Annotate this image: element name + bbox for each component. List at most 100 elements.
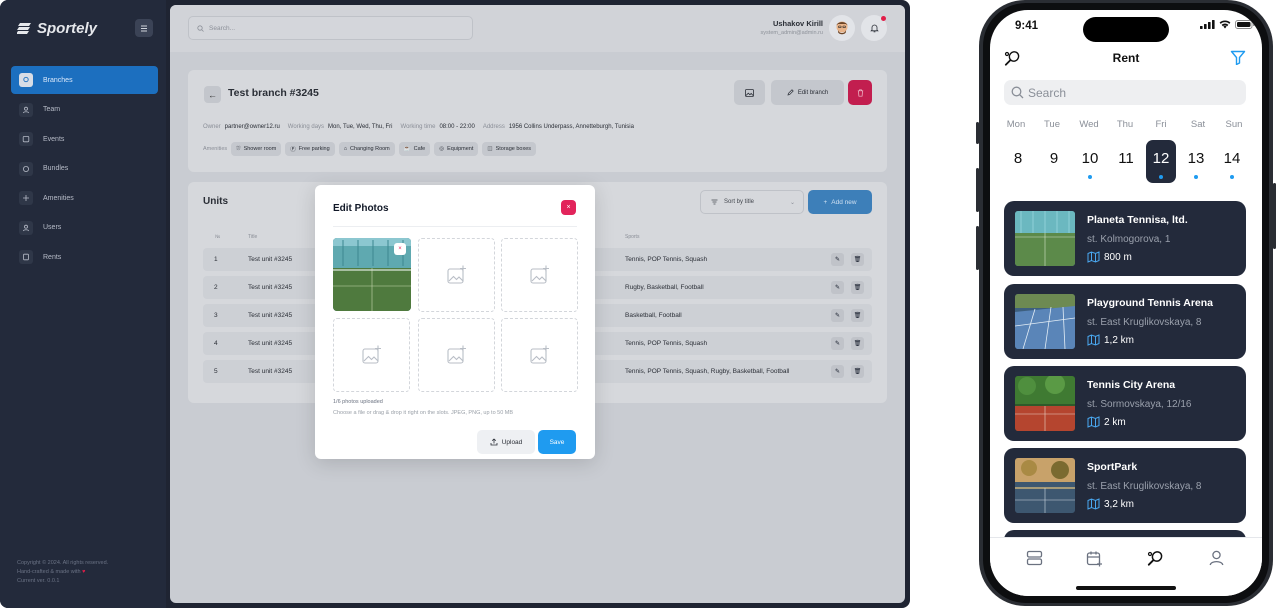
amenity-chip-shower: ⛆ Shower room <box>231 142 282 156</box>
weekday-label: Sun <box>1225 119 1243 130</box>
amenity-chip-equipment: ◎ Equipment <box>434 142 479 156</box>
calendar-day[interactable]: 8 <box>1003 140 1033 183</box>
amenity-chip-storage: ◫ Storage boxes <box>482 142 537 156</box>
calendar-add-icon <box>1086 551 1102 566</box>
upload-label: Upload <box>501 438 523 446</box>
add-image-icon <box>361 345 381 364</box>
upload-hint: Choose a file or drag & drop it right on… <box>333 410 514 416</box>
hanger-icon: ⌂ <box>343 146 348 152</box>
user-name: Ushakov Kirill <box>772 19 823 28</box>
notifications-button[interactable] <box>861 15 887 41</box>
sidebar-item-branches[interactable]: Branches <box>11 66 158 94</box>
trash-icon: 🗑 <box>853 285 862 291</box>
equipment-icon: ◎ <box>439 146 445 152</box>
calendar-day[interactable]: 13 <box>1181 140 1211 183</box>
edit-row-button[interactable]: ✎ <box>831 253 844 266</box>
delete-row-button[interactable]: 🗑 <box>851 309 864 322</box>
add-unit-button[interactable]: + Add new <box>808 190 872 214</box>
delete-branch-button[interactable] <box>848 80 872 105</box>
save-button[interactable]: Save <box>538 430 576 454</box>
menu-icon <box>141 25 147 31</box>
amenity-chip-parking: Ⓟ Free parking <box>285 142 335 156</box>
topbar: Search... Ushakov Kirill system_admin@ad… <box>170 5 905 52</box>
modal-title: Edit Photos <box>333 203 389 214</box>
sidebar: Sportely Branches Team Events Bundles Am… <box>0 0 166 608</box>
image-icon <box>745 88 754 97</box>
photo-slot[interactable] <box>501 318 578 392</box>
sidebar-item-rents[interactable]: Rents <box>11 243 158 271</box>
sidebar-item-team[interactable]: Team <box>11 96 158 124</box>
phone-search-placeholder: Search <box>1028 85 1067 100</box>
venue-name: Planeta Tennisa, ltd. <box>1087 214 1188 226</box>
tab-rent[interactable] <box>1143 546 1167 570</box>
add-image-icon <box>446 345 466 364</box>
venue-card[interactable]: SportPark st. East Kruglikovskaya, 8 3,2… <box>1004 448 1246 523</box>
tab-profile[interactable] <box>1204 546 1228 570</box>
user-info[interactable]: Ushakov Kirill system_admin@admin.ru <box>761 19 823 36</box>
edit-row-button[interactable]: ✎ <box>831 309 844 322</box>
edit-branch-button[interactable]: Edit branch <box>771 80 844 105</box>
sidebar-item-events[interactable]: Events <box>11 125 158 153</box>
trash-icon: 🗑 <box>853 313 862 319</box>
calendar-day[interactable]: 11 <box>1111 140 1141 183</box>
sidebar-item-bundles[interactable]: Bundles <box>11 155 158 183</box>
phone-screen: 9:41 Rent Search Mon Tue Wed Thu Fri Sat… <box>990 10 1262 596</box>
back-button[interactable]: ← <box>204 86 221 103</box>
arrow-left-icon: ← <box>208 89 217 100</box>
sidebar-item-amenities[interactable]: Amenities <box>11 184 158 212</box>
photo-slot[interactable] <box>501 238 578 312</box>
sidebar-footer: Copyright © 2024. All rights reserved. H… <box>17 559 108 586</box>
calendar-day[interactable]: 10 <box>1075 140 1105 183</box>
delete-row-button[interactable]: 🗑 <box>851 281 864 294</box>
address-value: 1956 Collins Underpass, Annetteburgh, Tu… <box>508 124 634 130</box>
amenity-chip-cafe: ☕ Cafe <box>398 142 431 156</box>
remove-photo-button[interactable]: × <box>394 243 406 255</box>
calendar-day[interactable]: 9 <box>1039 140 1069 183</box>
upload-icon <box>490 438 498 446</box>
brand-logo[interactable]: Sportely <box>17 20 97 37</box>
sidebar-item-label: Rents <box>43 253 62 261</box>
delete-row-button[interactable]: 🗑 <box>851 253 864 266</box>
edit-photos-button[interactable] <box>734 80 765 105</box>
sidebar-item-users[interactable]: Users <box>11 214 158 242</box>
trash-icon <box>857 88 863 97</box>
sort-label: Sort by title <box>724 199 755 205</box>
collapse-menu-button[interactable] <box>135 19 153 37</box>
tab-calendar[interactable] <box>1082 546 1106 570</box>
wifi-icon <box>1219 20 1231 29</box>
phone-search-input[interactable]: Search <box>1004 80 1246 105</box>
tab-bookings[interactable] <box>1022 546 1046 570</box>
edit-row-button[interactable]: ✎ <box>831 281 844 294</box>
edit-row-button[interactable]: ✎ <box>831 337 844 350</box>
venue-address: st. East Kruglikovskaya, 8 <box>1087 317 1202 328</box>
avatar[interactable] <box>829 15 855 41</box>
filter-button[interactable] <box>1230 50 1246 70</box>
venue-card[interactable]: Tennis City Arena st. Sormovskaya, 12/16… <box>1004 366 1246 441</box>
calendar-day[interactable]: 14 <box>1217 140 1247 183</box>
status-time: 9:41 <box>1015 20 1039 32</box>
version-text: Current ver. 0.0.1 <box>17 578 60 584</box>
uploaded-photo[interactable]: × <box>333 238 411 311</box>
calendar-day-selected[interactable]: 12 <box>1146 140 1176 183</box>
venue-photo <box>1015 458 1075 513</box>
sort-select[interactable]: Sort by title ⌄ <box>700 190 804 214</box>
delete-row-button[interactable]: 🗑 <box>851 365 864 378</box>
pencil-icon <box>787 89 794 96</box>
venue-card[interactable]: Playground Tennis Arena st. East Kruglik… <box>1004 284 1246 359</box>
column-header-number: № <box>215 234 221 240</box>
photo-slot[interactable] <box>333 318 410 392</box>
made-with-text: Hand-crafted & made with ♥ <box>17 569 86 575</box>
working-days-value: Mon, Tue, Wed, Thu, Fri <box>328 124 393 130</box>
upload-button[interactable]: Upload <box>477 430 535 454</box>
photo-slot[interactable] <box>418 318 495 392</box>
delete-row-button[interactable]: 🗑 <box>851 337 864 350</box>
plus-icon: + <box>823 198 828 206</box>
sidebar-nav: Branches Team Events Bundles Amenities U… <box>11 66 158 273</box>
close-modal-button[interactable]: × <box>561 200 576 215</box>
venue-card[interactable]: Planeta Tennisa, ltd. st. Kolmogorova, 1… <box>1004 201 1246 276</box>
photo-slot[interactable] <box>418 238 495 312</box>
weekday-label: Sat <box>1190 119 1206 130</box>
search-input[interactable]: Search... <box>188 16 473 40</box>
cup-icon: ☕ <box>403 146 411 152</box>
edit-row-button[interactable]: ✎ <box>831 365 844 378</box>
